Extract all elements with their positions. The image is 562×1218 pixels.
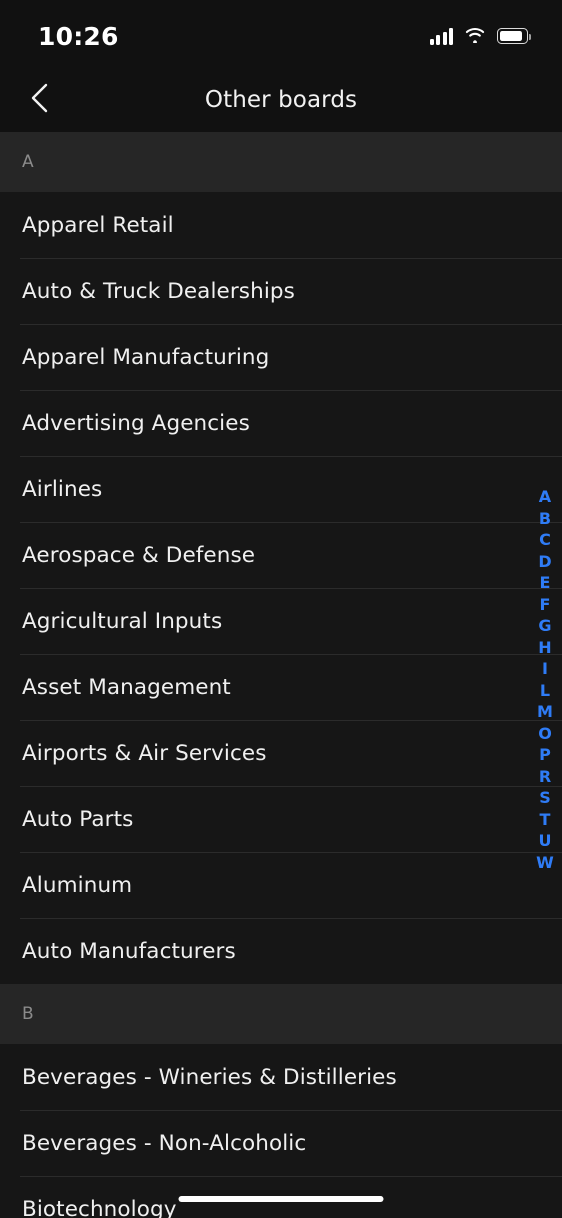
index-letter[interactable]: D [531,551,559,573]
phone-screen: 10:26 Other boards A Apparel Retail Auto… [0,0,562,1218]
list-item-label: Aerospace & Defense [22,542,256,568]
index-letter[interactable]: E [531,572,559,594]
index-letter[interactable]: G [531,615,559,637]
index-letter[interactable]: A [531,486,559,508]
list-item-label: Beverages - Wineries & Distilleries [22,1064,397,1090]
list-item-label: Auto Manufacturers [22,938,236,964]
index-letter[interactable]: S [531,787,559,809]
list-item[interactable]: Aerospace & Defense [0,522,562,588]
list-item[interactable]: Agricultural Inputs [0,588,562,654]
cellular-signal-icon [429,28,453,45]
wifi-icon [464,26,486,47]
index-letter[interactable]: C [531,529,559,551]
board-list[interactable]: A Apparel Retail Auto & Truck Dealerships A… [0,132,562,1218]
list-item[interactable]: Auto Manufacturers [0,918,562,984]
list-item[interactable]: Apparel Manufacturing [0,324,562,390]
index-letter[interactable]: W [531,852,559,874]
status-bar-clock: 10:26 [38,21,119,51]
list-item-label: Aluminum [22,872,133,898]
list-item-label: Beverages - Non-Alcoholic [22,1130,307,1156]
index-letter[interactable]: P [531,744,559,766]
list-item-label: Agricultural Inputs [22,608,223,634]
index-letter[interactable]: B [531,508,559,530]
section-header: A [0,132,562,192]
section-header-letter: B [22,1004,34,1024]
index-letter[interactable]: M [531,701,559,723]
index-letter[interactable]: U [531,830,559,852]
section-header: B [0,984,562,1044]
list-item[interactable]: Airlines [0,456,562,522]
list-item[interactable]: Apparel Retail [0,192,562,258]
battery-icon [497,28,531,44]
index-letter[interactable]: I [531,658,559,680]
index-letter[interactable]: R [531,766,559,788]
section-header-letter: A [22,152,34,172]
alphabet-index[interactable]: ABCDEFGHILMOPRSTUW [531,486,559,873]
index-letter[interactable]: L [531,680,559,702]
list-item[interactable]: Auto Parts [0,786,562,852]
list-item-label: Auto & Truck Dealerships [22,278,295,304]
home-indicator [178,1196,384,1202]
status-bar: 10:26 [0,0,562,68]
list-item-label: Auto Parts [22,806,134,832]
list-item[interactable]: Aluminum [0,852,562,918]
list-item-label: Biotechnology [22,1196,177,1218]
list-item[interactable]: Auto & Truck Dealerships [0,258,562,324]
list-item-label: Advertising Agencies [22,410,250,436]
list-item-label: Asset Management [22,674,231,700]
list-item-label: Airports & Air Services [22,740,267,766]
list-item-label: Apparel Retail [22,212,174,238]
list-item[interactable]: Airports & Air Services [0,720,562,786]
navigation-bar: Other boards [0,68,562,132]
index-letter[interactable]: T [531,809,559,831]
status-bar-icons [429,22,531,47]
index-letter[interactable]: H [531,637,559,659]
page-title: Other boards [204,87,358,113]
list-item[interactable]: Advertising Agencies [0,390,562,456]
index-letter[interactable]: O [531,723,559,745]
list-item-label: Apparel Manufacturing [22,344,270,370]
list-item-label: Airlines [22,476,103,502]
index-letter[interactable]: F [531,594,559,616]
list-item[interactable]: Asset Management [0,654,562,720]
list-item[interactable]: Beverages - Wineries & Distilleries [0,1044,562,1110]
list-item[interactable]: Beverages - Non-Alcoholic [0,1110,562,1176]
